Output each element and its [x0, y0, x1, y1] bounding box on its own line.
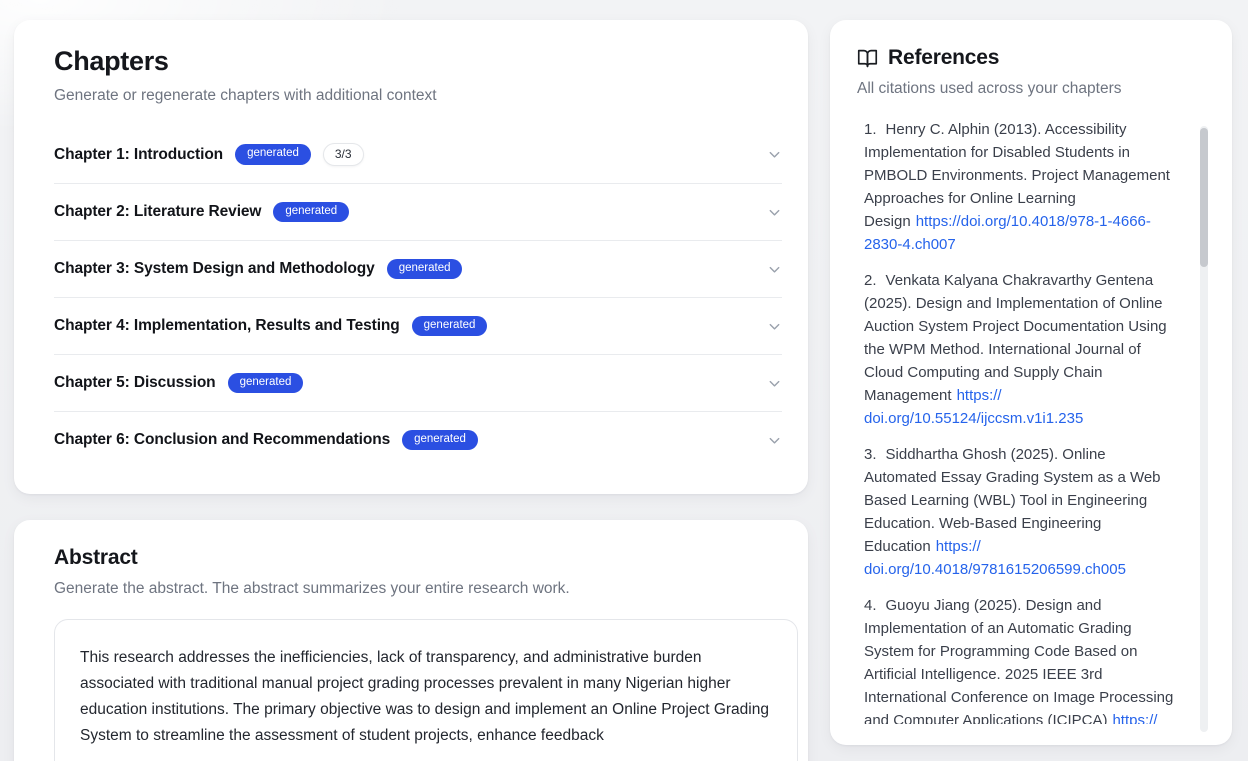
- reference-item-1: 1.Henry C. Alphin (2013). Accessibility …: [864, 118, 1176, 256]
- reference-text: Siddhartha Ghosh (2025). Online Automate…: [864, 446, 1161, 555]
- reference-item-2: 2.Venkata Kalyana Chakravarthy Gentena (…: [864, 269, 1176, 430]
- reference-item-4: 4.Guoyu Jiang (2025). Design and Impleme…: [864, 594, 1176, 724]
- chapter-title: Chapter 6: Conclusion and Recommendation…: [54, 431, 390, 449]
- reference-text: Guoyu Jiang (2025). Design and Implement…: [864, 597, 1173, 724]
- reference-item-3: 3.Siddhartha Ghosh (2025). Online Automa…: [864, 443, 1176, 581]
- reference-number: 1.: [864, 121, 877, 138]
- reference-number: 4.: [864, 597, 877, 614]
- reference-number: 3.: [864, 446, 877, 463]
- references-title: References: [888, 46, 999, 70]
- section-count-badge: 3/3: [323, 143, 364, 166]
- chapter-title: Chapter 3: System Design and Methodology: [54, 260, 375, 278]
- generated-badge: generated: [387, 259, 463, 280]
- chevron-down-icon[interactable]: [767, 205, 782, 220]
- chapter-title: Chapter 2: Literature Review: [54, 203, 261, 221]
- scrollbar-thumb[interactable]: [1200, 128, 1208, 267]
- generated-badge: generated: [402, 430, 478, 451]
- chevron-down-icon[interactable]: [767, 433, 782, 448]
- references-subtitle: All citations used across your chapters: [857, 80, 1204, 98]
- scrollbar[interactable]: [1200, 126, 1208, 732]
- book-open-icon: [857, 48, 878, 69]
- chevron-down-icon[interactable]: [767, 262, 782, 277]
- generated-badge: generated: [228, 373, 304, 394]
- reference-number: 2.: [864, 272, 877, 289]
- chapters-card: Chapters Generate or regenerate chapters…: [14, 20, 808, 494]
- chapters-title: Chapters: [54, 46, 782, 77]
- chevron-down-icon[interactable]: [767, 319, 782, 334]
- generated-badge: generated: [235, 144, 311, 165]
- chapter-list: Chapter 1: Introduction generated 3/3 Ch…: [54, 126, 782, 468]
- chapter-row-4[interactable]: Chapter 4: Implementation, Results and T…: [54, 297, 782, 354]
- abstract-card: Abstract Generate the abstract. The abst…: [14, 520, 808, 761]
- chapter-row-5[interactable]: Chapter 5: Discussion generated: [54, 354, 782, 411]
- chapters-subtitle: Generate or regenerate chapters with add…: [54, 87, 782, 105]
- abstract-title: Abstract: [54, 546, 784, 570]
- abstract-subtitle: Generate the abstract. The abstract summ…: [54, 580, 784, 598]
- generated-badge: generated: [273, 202, 349, 223]
- generated-badge: generated: [412, 316, 488, 337]
- references-header: References: [857, 46, 1204, 70]
- chapter-row-3[interactable]: Chapter 3: System Design and Methodology…: [54, 240, 782, 297]
- references-card: References All citations used across you…: [830, 20, 1232, 745]
- reference-text: Venkata Kalyana Chakravarthy Gentena (20…: [864, 272, 1167, 404]
- references-list: 1.Henry C. Alphin (2013). Accessibility …: [857, 118, 1204, 724]
- chapter-row-6[interactable]: Chapter 6: Conclusion and Recommendation…: [54, 411, 782, 468]
- chevron-down-icon[interactable]: [767, 376, 782, 391]
- chapter-row-1[interactable]: Chapter 1: Introduction generated 3/3: [54, 126, 782, 183]
- chapter-title: Chapter 1: Introduction: [54, 146, 223, 164]
- abstract-textarea[interactable]: This research addresses the inefficienci…: [54, 619, 798, 761]
- chevron-down-icon[interactable]: [767, 147, 782, 162]
- chapter-title: Chapter 5: Discussion: [54, 374, 216, 392]
- chapter-row-2[interactable]: Chapter 2: Literature Review generated: [54, 183, 782, 240]
- chapter-title: Chapter 4: Implementation, Results and T…: [54, 317, 400, 335]
